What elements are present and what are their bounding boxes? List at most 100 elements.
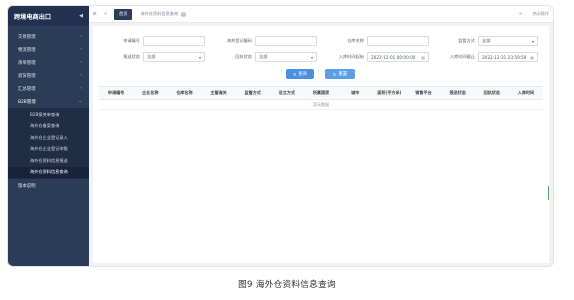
sidebar-item-returns[interactable]: 退货管理 ‹ xyxy=(8,69,89,82)
caret-down-icon: ▾ xyxy=(531,38,534,44)
sidebar-item-summary[interactable]: 汇总管理 ‹ xyxy=(8,82,89,95)
entry-end-label: 入库时间截止 xyxy=(449,54,475,59)
submenu-label: 海外仓企业登记录入 xyxy=(30,134,68,140)
column-header: 销售平台 xyxy=(415,90,432,95)
sidebar-item-version[interactable]: 版本说明 xyxy=(8,179,89,192)
submenu-item-info-query[interactable]: 海外仓资料信息查询 xyxy=(8,166,89,178)
return-status-label: 回执状态 xyxy=(235,54,252,59)
submenu-label: 海外仓备案查询 xyxy=(30,123,60,129)
select-value: 全部 xyxy=(259,54,268,59)
sidebar-item-label: 物流管理 xyxy=(18,47,36,53)
submenu-item-warehouse-record[interactable]: 海外仓备案查询 xyxy=(8,121,89,133)
chevron-left-icon: ‹ xyxy=(80,86,82,91)
column-header: 主管海关 xyxy=(210,90,227,95)
supervision-label: 监管方式 xyxy=(458,38,475,43)
entry-start-label: 入库时间起始 xyxy=(338,54,364,59)
submenu-label: 海外仓资料信息报送 xyxy=(30,157,68,163)
column-header: 回执状态 xyxy=(483,90,500,95)
entry-start-input[interactable]: 2022-12-01 00:00:00 ▦ xyxy=(367,52,429,62)
field-return-status: 回执状态 全部 ▾ xyxy=(211,51,317,63)
field-entry-end: 入库时间截止 2022-12-31 23:59:59 ▦ xyxy=(438,51,538,63)
column-header: 城市 xyxy=(351,90,360,95)
overseas-reg-no-label: 海关登记编码 xyxy=(226,38,252,43)
refresh-icon: ↻ xyxy=(332,71,337,77)
field-entry-start: 入库时间起始 2022-12-01 00:00:00 ▦ xyxy=(323,51,429,63)
double-chevron-left-icon[interactable]: « xyxy=(100,11,111,17)
chevron-left-icon: ‹ xyxy=(80,34,82,39)
return-status-select[interactable]: 全部 ▾ xyxy=(255,52,317,62)
sidebar-item-label: 汇总管理 xyxy=(18,86,36,92)
brand-title: 跨境电商出口 xyxy=(14,13,52,21)
sidebar-item-b2b[interactable]: B2B管理 ⌄ xyxy=(8,95,89,108)
column-header: 面积(平方米) xyxy=(377,90,402,95)
b2b-submenu: B2B报关单查询 海外仓备案查询 海外仓企业登记录入 海外仓企业登记申报 海外仓… xyxy=(8,108,89,179)
button-label: 重置 xyxy=(338,72,348,77)
calendar-icon: ▦ xyxy=(530,54,534,60)
sidebar-item-list[interactable]: 清单管理 ‹ xyxy=(8,56,89,69)
chevron-left-icon: ‹ xyxy=(80,47,82,52)
app-window: 跨境电商出口 ◀ 交易管理 ‹ 物流管理 ‹ 清单管理 ‹ 退货管理 ‹ 汇总管… xyxy=(7,5,554,267)
sidebar-brand[interactable]: 跨境电商出口 ◀ xyxy=(8,6,89,26)
tab-label: 首页 xyxy=(119,11,128,16)
field-supervision: 监管方式 全部 ▾ xyxy=(438,35,538,47)
report-status-select[interactable]: 全部 ▾ xyxy=(143,52,205,62)
main-content: 申请编号 海关登记编码 仓库名称 监管方式 全部 ▾ 报送状态 全部 ▾ 回执状… xyxy=(93,26,549,263)
sidebar-item-label: 版本说明 xyxy=(18,183,36,189)
sidebar-item-label: 退货管理 xyxy=(18,73,36,79)
column-header: 入库时间 xyxy=(517,90,535,95)
reset-button[interactable]: ↻ 重置 xyxy=(325,69,355,79)
overseas-reg-no-input[interactable] xyxy=(255,36,317,46)
sidebar-item-trade[interactable]: 交易管理 ‹ xyxy=(8,30,89,43)
tab-label: 海外仓资料信息查询 xyxy=(140,11,179,16)
caret-down-icon: ▾ xyxy=(198,54,201,60)
submenu-item-b2b-declaration[interactable]: B2B报关单查询 xyxy=(8,109,89,121)
apply-no-label: 申请编号 xyxy=(123,38,140,43)
chevron-left-icon: ‹ xyxy=(80,73,82,78)
field-apply-no: 申请编号 xyxy=(97,35,205,47)
submenu-item-enterprise-declare[interactable]: 海外仓企业登记申报 xyxy=(8,144,89,156)
table-header: 申请编号 企业名称 仓库名称 主管海关 监管方式 设立方式 所属国家 城市 面积(平方米) 销售平… xyxy=(99,86,543,100)
column-header: 报送状态 xyxy=(449,90,466,95)
double-chevron-right-icon[interactable]: » xyxy=(519,11,522,17)
tab-home[interactable]: 首页 xyxy=(114,8,133,20)
sidebar-item-label: 交易管理 xyxy=(18,34,36,40)
submenu-item-info-report[interactable]: 海外仓资料信息报送 xyxy=(8,155,89,167)
column-header: 监管方式 xyxy=(244,90,261,95)
menu-toggle-icon[interactable]: ≡ xyxy=(89,11,100,17)
figure-caption: 图9 海外仓资料信息查询 xyxy=(238,280,336,290)
scrollbar-handle[interactable] xyxy=(548,186,549,200)
column-header: 所属国家 xyxy=(312,90,330,95)
column-header: 仓库名称 xyxy=(176,90,193,95)
calendar-icon: ▦ xyxy=(421,54,425,60)
caret-down-icon: ▾ xyxy=(310,54,313,60)
select-value: 全部 xyxy=(147,54,156,59)
tab-info-query[interactable]: 海外仓资料信息查询 × xyxy=(135,8,192,20)
entry-end-input[interactable]: 2022-12-31 23:59:59 ▦ xyxy=(478,52,538,62)
empty-state: 暂无数据 xyxy=(99,100,543,110)
close-operation-button[interactable]: 关闭操作 xyxy=(532,11,549,17)
column-header: 申请编号 xyxy=(107,90,125,95)
field-warehouse-name: 仓库名称 xyxy=(323,35,429,47)
chevron-down-icon: ⌄ xyxy=(78,99,82,104)
submenu-item-enterprise-entry[interactable]: 海外仓企业登记录入 xyxy=(8,132,89,144)
search-icon: ⚲ xyxy=(293,71,297,77)
date-value: 2022-12-31 23:59:59 xyxy=(482,54,527,60)
collapse-icon[interactable]: ◀ xyxy=(79,13,83,19)
chevron-left-icon: ‹ xyxy=(80,60,82,65)
close-icon[interactable]: × xyxy=(181,11,187,17)
submenu-label: B2B报关单查询 xyxy=(30,111,60,117)
supervision-select[interactable]: 全部 ▾ xyxy=(478,36,538,46)
sidebar-item-label: 清单管理 xyxy=(18,60,36,66)
button-label: 查询 xyxy=(298,72,307,77)
top-tab-bar: ≡ « 首页 海外仓资料信息查询 × » 关闭操作 xyxy=(89,6,553,23)
field-report-status: 报送状态 全部 ▾ xyxy=(97,51,205,63)
select-value: 全部 xyxy=(482,38,491,43)
submenu-label: 海外仓资料信息查询 xyxy=(30,169,68,175)
warehouse-name-input[interactable] xyxy=(367,36,429,46)
apply-no-input[interactable] xyxy=(143,36,205,46)
sidebar: 跨境电商出口 ◀ 交易管理 ‹ 物流管理 ‹ 清单管理 ‹ 退货管理 ‹ 汇总管… xyxy=(8,6,89,266)
topbar-right: » 关闭操作 xyxy=(519,11,553,17)
submenu-label: 海外仓企业登记申报 xyxy=(30,146,68,152)
sidebar-item-logistics[interactable]: 物流管理 ‹ xyxy=(8,43,89,56)
search-button[interactable]: ⚲ 查询 xyxy=(286,69,314,79)
